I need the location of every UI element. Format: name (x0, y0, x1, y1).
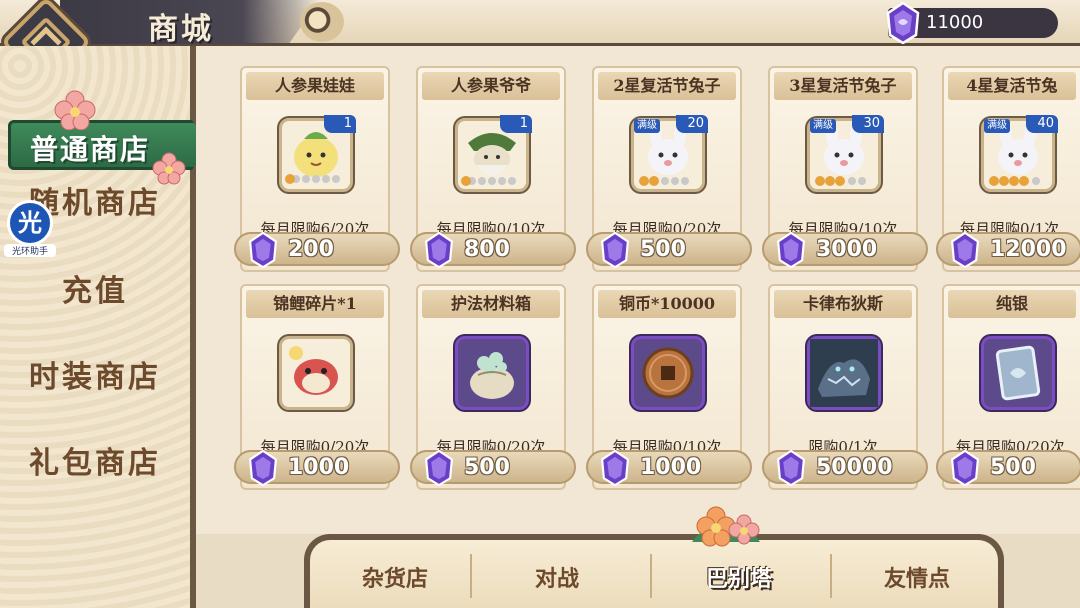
charybdis-beast-icon (807, 336, 881, 410)
buy-button[interactable]: 1000 (234, 450, 400, 486)
level-badge: 20 (676, 115, 708, 133)
purple-gem-icon (249, 450, 277, 486)
item-name: 2星复活节兔子 (598, 72, 736, 100)
shop-item-card[interactable]: 锦鲤碎片*1 每月限购0/20次 1000 (234, 284, 400, 490)
purple-gem-icon (249, 232, 277, 268)
max-level-tag: 满级 (810, 119, 836, 133)
shop-item-card[interactable]: 人参果娃娃 1 每月限购6/20次 200 (234, 66, 400, 272)
item-name: 4星复活节兔 (948, 72, 1076, 100)
buy-button[interactable]: 3000 (762, 232, 928, 268)
purple-gem-icon (601, 232, 629, 268)
shop-tab-bar: 杂货店 对战 巴别塔 友情点 (304, 506, 1004, 608)
tab-battle[interactable]: 对战 (472, 554, 642, 604)
item-name: 人参果爷爷 (422, 72, 560, 100)
shop-grid: 人参果娃娃 1 每月限购6/20次 200 人参果爷爷 1 每月限购0/10次 … (196, 46, 1080, 534)
shop-item-card[interactable]: 3星复活节兔子 满级 30 每月限购9/10次 3000 (762, 66, 928, 272)
buy-button[interactable]: 500 (936, 450, 1080, 486)
price-value: 50000 (816, 455, 893, 480)
sidebar-item-recharge[interactable]: 充值 (0, 250, 190, 320)
buy-button[interactable]: 500 (586, 232, 752, 268)
shop-item-card[interactable]: 4星复活节兔 满级 40 每月限购0/1次 12000 (936, 66, 1080, 272)
ginseng-doll-icon: 1 (279, 115, 356, 192)
price-value: 12000 (990, 237, 1067, 262)
buy-button[interactable]: 500 (410, 450, 576, 486)
item-name: 护法材料箱 (422, 290, 560, 318)
buy-button[interactable]: 50000 (762, 450, 928, 486)
price-value: 1000 (288, 455, 350, 480)
shop-item-card[interactable]: 人参果爷爷 1 每月限购0/10次 800 (410, 66, 576, 272)
max-level-tag: 满级 (634, 119, 660, 133)
copper-coin-icon (631, 336, 705, 410)
item-name: 纯银 (948, 290, 1076, 318)
easter-bunny-icon: 满级 40 (981, 115, 1058, 192)
page-title: 商城 (148, 12, 214, 47)
purple-gem-icon (777, 450, 805, 486)
blossom-icon (692, 506, 760, 547)
shop-item-card[interactable]: 铜币*10000 每月限购0/10次 1000 (586, 284, 752, 490)
buy-button[interactable]: 200 (234, 232, 400, 268)
purple-gem-icon (951, 232, 979, 268)
max-level-tag: 满级 (984, 119, 1010, 133)
sidebar-item-gift-store[interactable]: 礼包商店 (0, 422, 190, 492)
item-name: 铜币*10000 (598, 290, 736, 318)
easter-bunny-icon: 满级 30 (807, 115, 884, 192)
level-badge: 30 (852, 115, 884, 133)
purple-gem-icon (886, 2, 920, 44)
level-badge: 40 (1026, 115, 1058, 133)
purple-gem-icon (601, 450, 629, 486)
buy-button[interactable]: 1000 (586, 450, 752, 486)
price-value: 500 (464, 455, 510, 480)
price-value: 1000 (640, 455, 702, 480)
ginseng-grandpa-icon: 1 (455, 115, 532, 192)
price-value: 500 (990, 455, 1036, 480)
sidebar: 普通商店 随机商店 充值 时装商店 礼包商店 (0, 46, 208, 608)
buy-button[interactable]: 12000 (936, 232, 1080, 268)
purple-gem-icon (777, 232, 805, 268)
purple-gem-icon (425, 232, 453, 268)
purple-gem-icon (951, 450, 979, 486)
price-value: 500 (640, 237, 686, 262)
blossom-icon (54, 90, 96, 130)
silver-ingot-icon (981, 336, 1055, 410)
helper-glyph: 光 (7, 200, 53, 246)
item-name: 人参果娃娃 (246, 72, 384, 100)
material-sack-icon (455, 336, 529, 410)
level-badge: 1 (324, 115, 356, 133)
shop-item-card[interactable]: 护法材料箱 每月限购0/20次 500 (410, 284, 576, 490)
easter-bunny-icon: 满级 20 (631, 115, 708, 192)
currency-display[interactable]: 11000 (886, 2, 1058, 44)
purple-gem-icon (425, 450, 453, 486)
tab-babel-tower[interactable]: 巴别塔 (654, 554, 824, 604)
currency-amount: 11000 (926, 12, 984, 33)
buy-button[interactable]: 800 (410, 232, 576, 268)
price-value: 200 (288, 237, 334, 262)
tab-grocery[interactable]: 杂货店 (310, 554, 480, 604)
price-value: 800 (464, 237, 510, 262)
top-bar: 商城 11000 (0, 0, 1080, 47)
shop-item-card[interactable]: 纯银 每月限购0/20次 500 (936, 284, 1080, 490)
item-name: 3星复活节兔子 (774, 72, 912, 100)
item-name: 锦鲤碎片*1 (246, 290, 384, 318)
helper-caption: 光环助手 (4, 244, 56, 257)
shop-item-card[interactable]: 2星复活节兔子 满级 20 每月限购0/20次 500 (586, 66, 752, 272)
koi-fragment-icon (279, 336, 353, 410)
shop-item-card[interactable]: 卡律布狄斯 限购0/1次 50000 (762, 284, 928, 490)
item-name: 卡律布狄斯 (774, 290, 912, 318)
helper-overlay-badge[interactable]: 光 光环助手 (4, 200, 56, 257)
swirl-ornament-icon (300, 2, 344, 42)
sidebar-item-fashion-store[interactable]: 时装商店 (0, 336, 190, 406)
level-badge: 1 (500, 115, 532, 133)
price-value: 3000 (816, 237, 878, 262)
tab-friendship-points[interactable]: 友情点 (832, 554, 1002, 604)
